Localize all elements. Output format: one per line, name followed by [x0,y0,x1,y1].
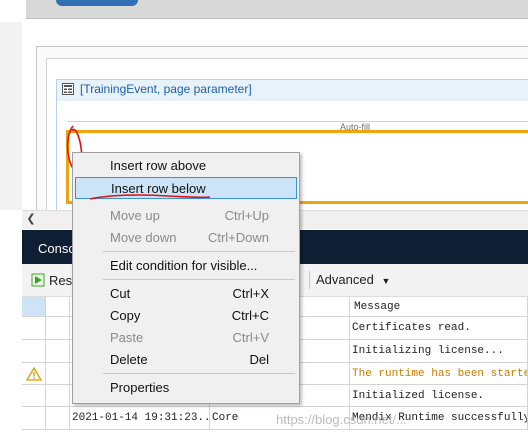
menu-item-copy[interactable]: Copy Ctrl+C [75,305,297,327]
row-icon-cell [22,385,46,407]
menu-item-move-up[interactable]: Move up Ctrl+Up [75,205,297,227]
menu-item-label: Paste [110,330,144,345]
menu-separator [103,279,295,280]
advanced-dropdown[interactable]: Advanced ▼ [316,272,390,289]
menu-item-shortcut: Ctrl+V [232,330,269,345]
menu-item-shortcut: Ctrl+C [231,308,269,323]
row-icon-cell [22,407,46,430]
column-header-1[interactable] [46,297,70,317]
toolbar-divider [309,271,310,289]
menu-item-shortcut: Del [249,352,269,367]
menu-item-label: Edit condition for visible... [110,258,258,273]
menu-item-shortcut: Ctrl+Down [207,230,269,245]
column-header-icon[interactable] [22,297,46,317]
menu-item-label: Copy [110,308,141,323]
restart-icon[interactable] [31,273,45,287]
menu-item-shortcut: Ctrl+Up [224,208,269,223]
menu-item-label: Cut [110,286,131,301]
top-button[interactable] [56,0,138,6]
row-time-cell: 2021-01-14 19:31:23... [70,407,210,430]
menu-item-label: Delete [110,352,148,367]
row-marker-cell [46,363,70,385]
menu-item-properties[interactable]: Properties [75,377,297,399]
row-icon-cell [22,317,46,340]
advanced-label: Advanced [316,272,374,287]
menu-item-cut[interactable]: Cut Ctrl+X [75,283,297,305]
menu-separator [103,373,295,374]
annotation-red-underline [89,194,211,200]
row-marker-cell [46,317,70,340]
row-marker-cell [46,340,70,363]
context-menu: Insert row above Insert row below Move u… [72,152,300,404]
chevron-left-icon[interactable]: ❮ [24,211,38,227]
console-tab-title[interactable]: Conso [38,241,76,257]
left-gutter [0,22,23,210]
warning-icon [26,367,42,381]
dataview-icon [62,83,74,95]
row-message-cell: Initializing license... [350,340,528,363]
column-header-message[interactable]: Message [350,297,528,317]
row-message-cell: Initialized license. [350,385,528,407]
menu-item-label: Properties [110,380,170,395]
column-header-message-label: Message [354,301,401,313]
menu-item-move-down[interactable]: Move down Ctrl+Down [75,227,297,249]
menu-item-paste[interactable]: Paste Ctrl+V [75,327,297,349]
menu-item-insert-row-above[interactable]: Insert row above [75,155,297,177]
row-icon-cell [22,340,46,363]
menu-item-label: Move up [110,208,160,223]
row-message-cell: Certificates read. [350,317,528,340]
menu-item-shortcut: Ctrl+X [232,286,269,301]
menu-separator [103,251,295,252]
caret-down-icon: ▼ [381,276,391,286]
menu-item-label: Move down [110,230,177,245]
row-message-cell: The runtime has been started w [350,363,528,385]
row-icon-cell [22,363,46,385]
row-marker-cell [46,385,70,407]
dataview-label: [TrainingEvent, page parameter] [80,82,252,96]
menu-item-label: Insert row above [110,158,207,173]
menu-item-delete[interactable]: Delete Del [75,349,297,371]
row-marker-cell [46,407,70,430]
menu-item-edit-condition[interactable]: Edit condition for visible... [75,255,297,277]
watermark: https://blog.csdn.net/... [276,412,407,427]
